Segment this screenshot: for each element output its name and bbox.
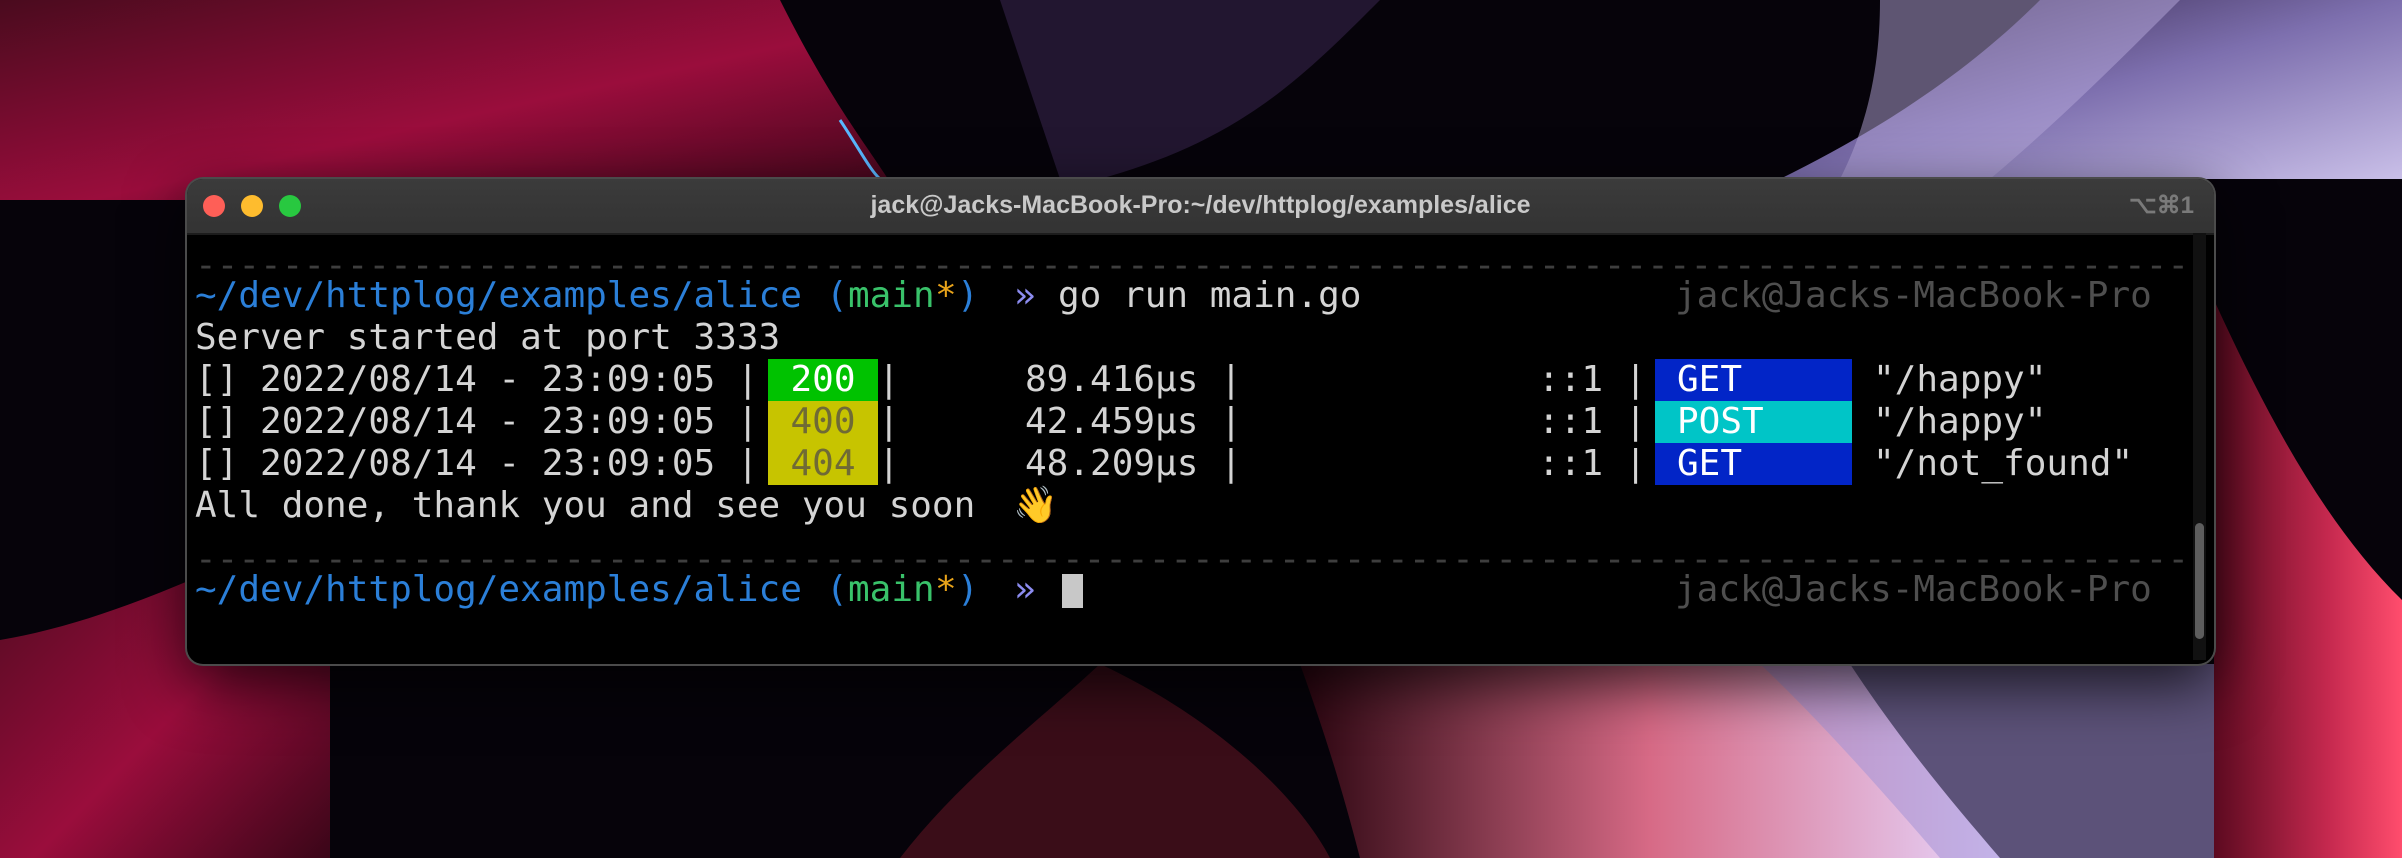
- prompt-paren-open: (: [826, 275, 848, 316]
- waving-hand-icon: 👋: [1013, 485, 1058, 526]
- prompt-arrow: »: [1014, 275, 1036, 316]
- prompt-path: ~/dev/httplog/examples/alice: [195, 569, 802, 610]
- log-ip: ::1 |: [1538, 443, 1647, 484]
- prompt-dirty-mark: *: [935, 569, 957, 610]
- server-started-line: Server started at port 3333: [195, 317, 781, 358]
- log-timestamp: [] 2022/08/14 - 23:09:05 |: [195, 359, 759, 400]
- titlebar[interactable]: jack@Jacks-MacBook-Pro:~/dev/httplog/exa…: [187, 179, 2214, 235]
- tab-shortcut-label: ⌥⌘1: [2128, 192, 2194, 219]
- prompt-branch: main: [848, 275, 935, 316]
- prompt-paren-close: ): [957, 569, 979, 610]
- prompt-paren-close: ): [957, 275, 979, 316]
- done-text: All done, thank you and see you soon: [195, 485, 976, 526]
- right-prompt: jack@Jacks-MacBook-Pro: [1675, 569, 2152, 610]
- log-row: [] 2022/08/14 - 23:09:05 | 404 | 48.209µ…: [195, 443, 2185, 485]
- log-ip: ::1 |: [1538, 359, 1647, 400]
- prompt-arrow: »: [1014, 569, 1036, 610]
- method-badge: GET: [1655, 443, 1852, 485]
- scrollbar-thumb[interactable]: [2195, 523, 2204, 639]
- window-title: jack@Jacks-MacBook-Pro:~/dev/httplog/exa…: [870, 191, 1531, 219]
- log-path: "/happy": [1873, 401, 2047, 442]
- done-line: All done, thank you and see you soon 👋: [195, 485, 2185, 527]
- log-ip: ::1 |: [1538, 401, 1647, 442]
- log-row: [] 2022/08/14 - 23:09:05 | 200 | 89.416µ…: [195, 359, 2185, 401]
- terminal-window: jack@Jacks-MacBook-Pro:~/dev/httplog/exa…: [187, 179, 2214, 664]
- status-badge: 404: [768, 443, 878, 485]
- log-latency: 89.416µs |: [1025, 359, 1242, 400]
- method-badge: GET: [1655, 359, 1852, 401]
- log-timestamp: [] 2022/08/14 - 23:09:05 |: [195, 443, 759, 484]
- log-divider: |: [878, 443, 900, 484]
- log-divider: |: [878, 359, 900, 400]
- command-text: go run main.go: [1058, 275, 1362, 316]
- log-path: "/happy": [1873, 359, 2047, 400]
- status-badge: 400: [768, 401, 878, 443]
- log-row: [] 2022/08/14 - 23:09:05 | 400 | 42.459µ…: [195, 401, 2185, 443]
- method-badge: POST: [1655, 401, 1852, 443]
- right-prompt: jack@Jacks-MacBook-Pro: [1675, 275, 2152, 316]
- log-divider: |: [878, 401, 900, 442]
- prompt-paren-open: (: [826, 569, 848, 610]
- prompt-line: ~/dev/httplog/examples/alice ( main * ) …: [195, 569, 2185, 611]
- terminal-output[interactable]: ----------------------------------------…: [195, 233, 2214, 664]
- prompt-line: ~/dev/httplog/examples/alice ( main * ) …: [195, 275, 2185, 317]
- scrollbar[interactable]: [2193, 233, 2206, 660]
- text-cursor[interactable]: [1062, 574, 1083, 608]
- prompt-dirty-mark: *: [935, 275, 957, 316]
- log-path: "/not_found": [1873, 443, 2134, 484]
- log-latency: 42.459µs |: [1025, 401, 1242, 442]
- prompt-path: ~/dev/httplog/examples/alice: [195, 275, 802, 316]
- log-timestamp: [] 2022/08/14 - 23:09:05 |: [195, 401, 759, 442]
- status-badge: 200: [768, 359, 878, 401]
- prompt-branch: main: [848, 569, 935, 610]
- log-latency: 48.209µs |: [1025, 443, 1242, 484]
